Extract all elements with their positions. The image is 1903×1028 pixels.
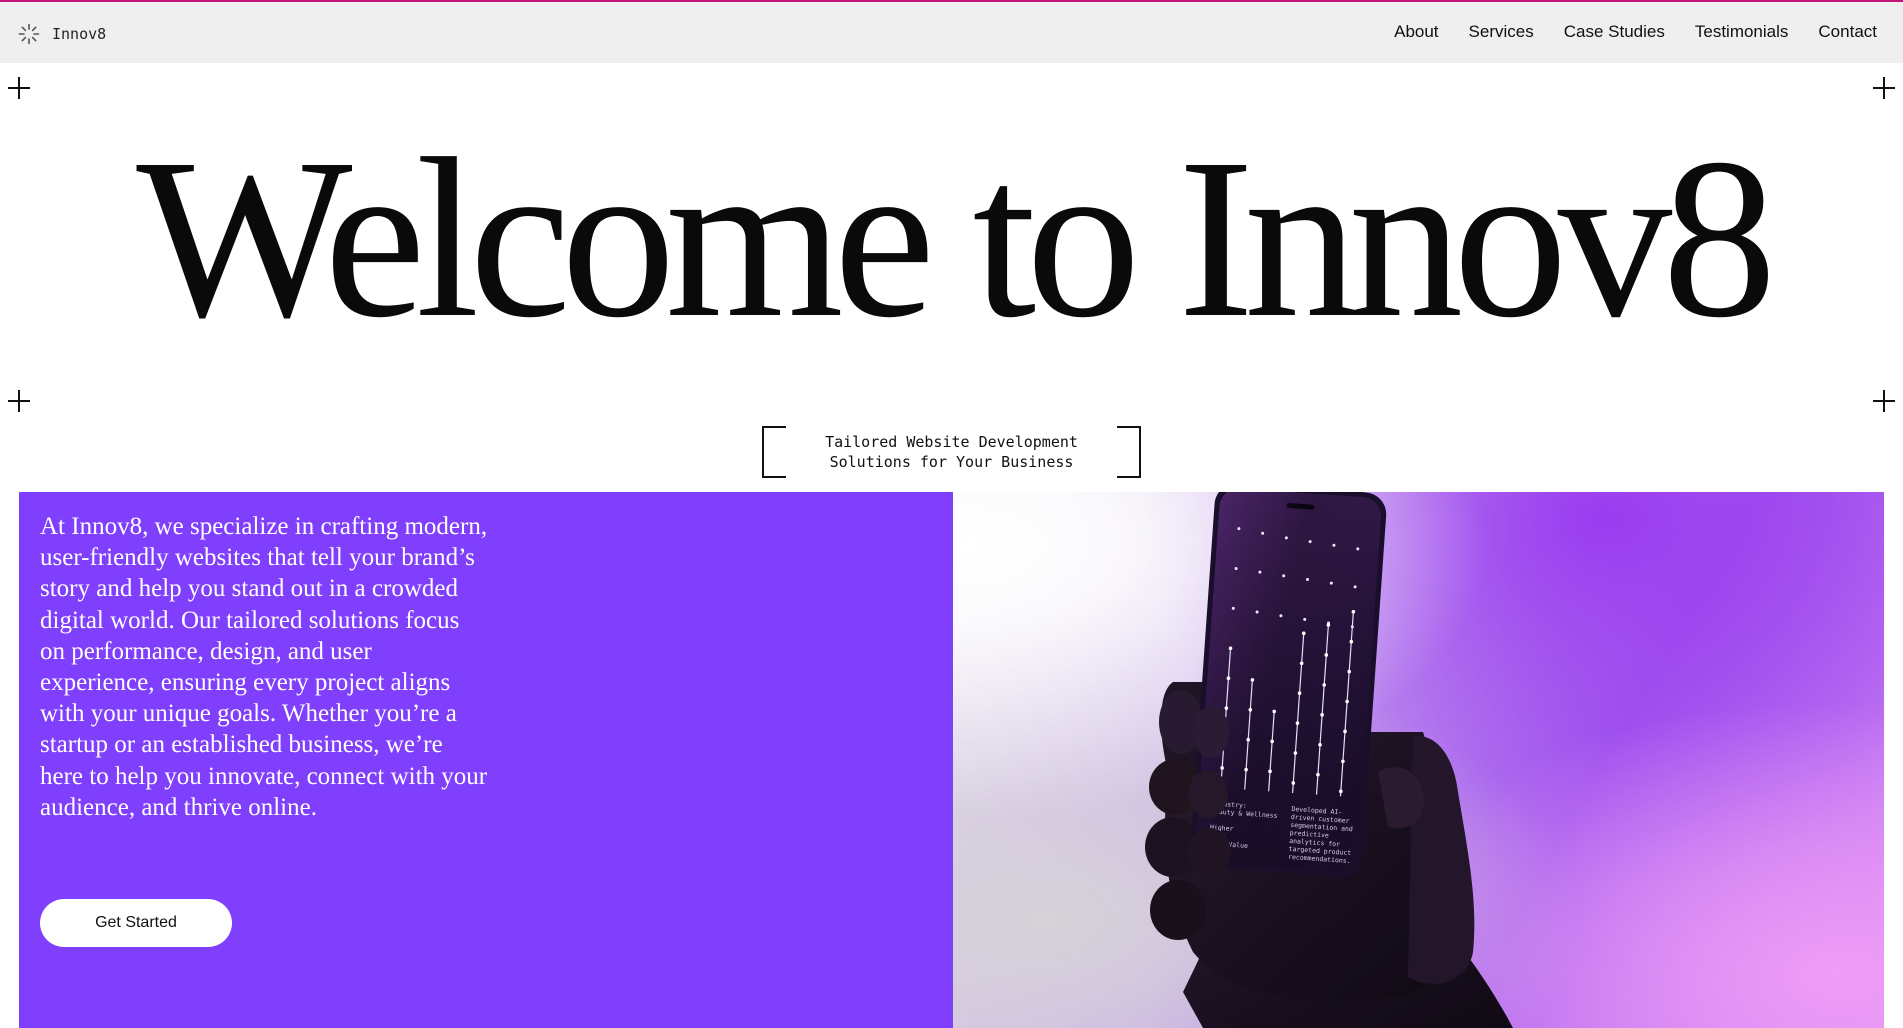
nav-link-testimonials[interactable]: Testimonials <box>1695 22 1789 42</box>
tagline-line-1: Tailored Website Development <box>825 433 1078 451</box>
bracket-right <box>1117 426 1141 478</box>
intro-text: At Innov8, we specialize in crafting mod… <box>40 513 488 821</box>
nav-link-case-studies[interactable]: Case Studies <box>1564 22 1665 42</box>
nav-link-about[interactable]: About <box>1394 22 1438 42</box>
brand-name: Innov8 <box>52 25 107 43</box>
brand-logo[interactable]: Innov8 <box>18 22 106 46</box>
hero-title: Welcome to Innov8 <box>136 111 1776 365</box>
crosshair-top-left-icon <box>8 77 30 99</box>
tagline-box: Tailored Website Development Solutions f… <box>762 426 1141 478</box>
tagline: Tailored Website Development Solutions f… <box>802 432 1102 472</box>
nav-link-contact[interactable]: Contact <box>1818 22 1877 42</box>
nav-link-services[interactable]: Services <box>1469 22 1534 42</box>
crosshair-bottom-left-icon <box>8 390 30 412</box>
nav-links: About Services Case Studies Testimonials… <box>1394 22 1877 42</box>
navbar: Innov8 About Services Case Studies Testi… <box>0 2 1903 63</box>
get-started-button[interactable]: Get Started <box>40 899 232 947</box>
bracket-left <box>762 426 786 478</box>
crosshair-bottom-right-icon <box>1873 390 1895 412</box>
crosshair-top-right-icon <box>1873 77 1895 99</box>
intro-panel: At Innov8, we specialize in crafting mod… <box>19 492 953 1028</box>
hand-holding-phone-image: Industry: Beauty & Wellness Higher omer … <box>1145 492 1513 1028</box>
tagline-line-2: Solutions for Your Business <box>829 453 1074 471</box>
spinner-burst-icon <box>18 23 40 45</box>
hero-image-panel: Industry: Beauty & Wellness Higher omer … <box>953 492 1884 1028</box>
